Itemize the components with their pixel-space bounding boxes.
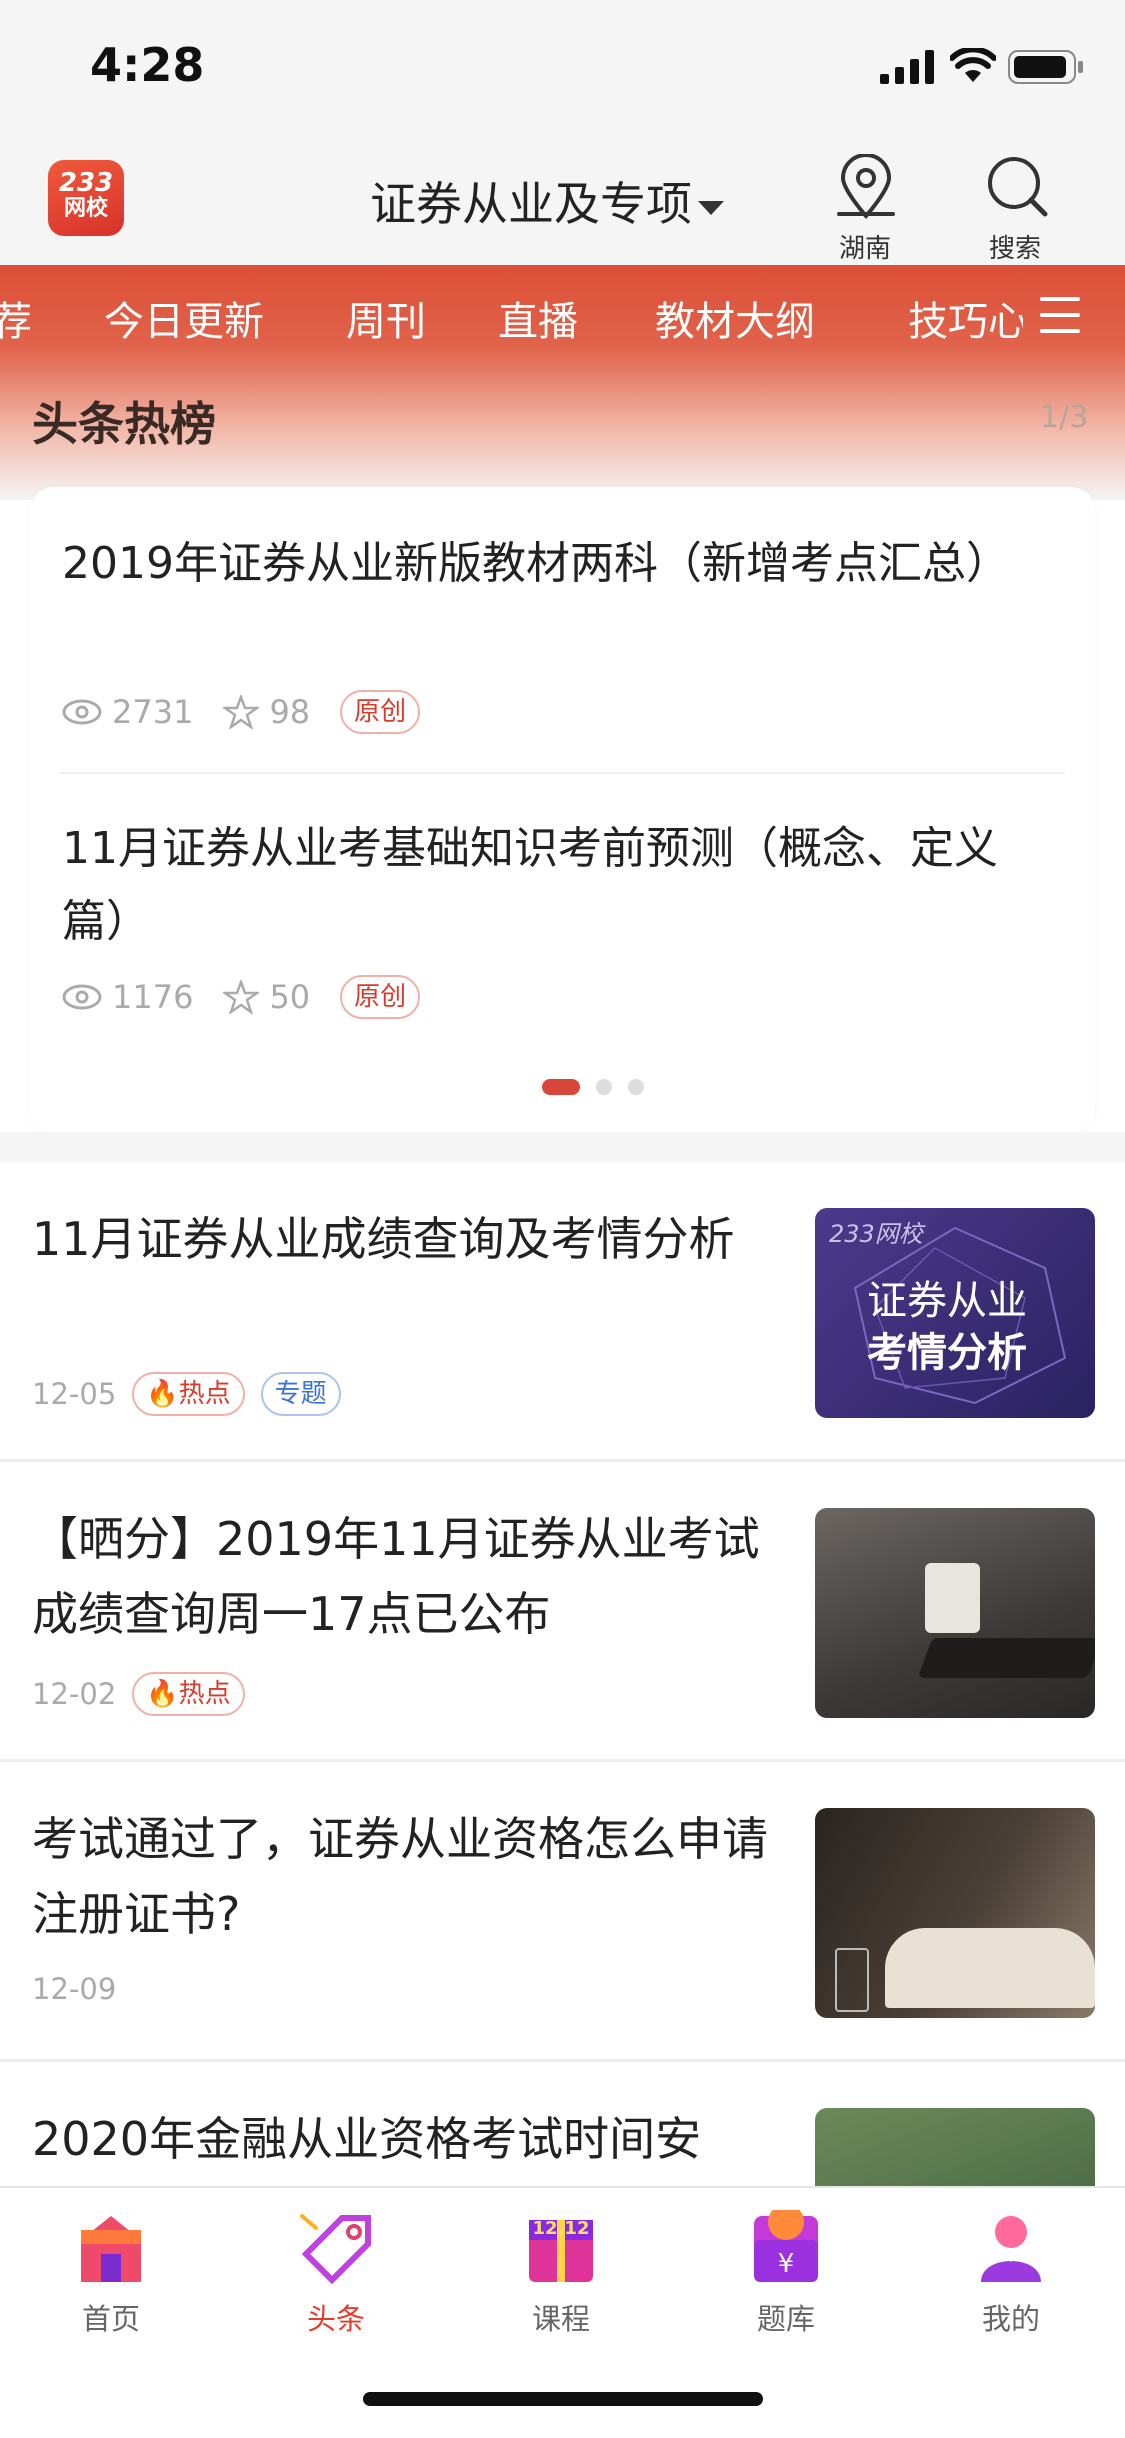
news-date: 12-02 bbox=[32, 1677, 117, 1711]
news-meta: 12-05 🔥热点 专题 bbox=[32, 1372, 341, 1416]
menu-icon[interactable] bbox=[1040, 297, 1080, 333]
flame-icon: 🔥 bbox=[146, 1679, 179, 1709]
svg-text:¥: ¥ bbox=[778, 2249, 795, 2279]
section-gap bbox=[0, 1132, 1125, 1162]
star-count: 98 bbox=[269, 693, 311, 731]
thumb-line1: 证券从业 bbox=[867, 1278, 1027, 1324]
search-label: 搜索 bbox=[988, 234, 1041, 264]
caret-down-icon bbox=[698, 200, 724, 215]
channel-tabs: 荐 今日更新 周刊 直播 教材大纲 技巧心 bbox=[0, 265, 1125, 365]
tab-tips[interactable]: 技巧心 bbox=[908, 289, 1023, 347]
tabbar-item-news[interactable]: 头条 bbox=[261, 2210, 411, 2338]
hot-item-meta: 1176 50 原创 bbox=[62, 975, 421, 1019]
hot-item-title[interactable]: 11月证券从业考基础知识考前预测（概念、定义篇） bbox=[62, 812, 1062, 958]
original-badge: 原创 bbox=[340, 690, 421, 734]
view-count: 2731 bbox=[112, 693, 194, 731]
news-item[interactable]: 【晒分】2019年11月证券从业考试成绩查询周一17点已公布 12-02 🔥热点 bbox=[0, 1462, 1125, 1762]
location-pin-icon bbox=[837, 154, 895, 220]
course-badge: 12.12 bbox=[532, 2218, 590, 2239]
news-date: 12-05 bbox=[32, 1377, 117, 1411]
tabbar-label: 头条 bbox=[306, 2302, 365, 2336]
tab-recommend[interactable]: 荐 bbox=[0, 289, 32, 347]
tabbar-label: 题库 bbox=[756, 2302, 815, 2336]
battery-icon bbox=[1008, 50, 1083, 84]
news-thumbnail bbox=[815, 1808, 1095, 2018]
news-meta: 12-02 🔥热点 bbox=[32, 1672, 245, 1716]
home-icon bbox=[71, 2210, 151, 2286]
tabbar-label: 课程 bbox=[531, 2302, 590, 2336]
thumb-line2: 考情分析 bbox=[867, 1330, 1027, 1376]
gift-icon: 12.12 bbox=[521, 2210, 601, 2286]
tabbar-item-profile[interactable]: 我的 bbox=[936, 2210, 1086, 2338]
search-button[interactable]: 搜索 bbox=[960, 148, 1070, 264]
topic-badge: 专题 bbox=[260, 1372, 341, 1416]
flame-icon: 🔥 bbox=[146, 1379, 179, 1409]
tabbar-label: 我的 bbox=[981, 2302, 1040, 2336]
cup-shape bbox=[925, 1563, 980, 1633]
signal-icon bbox=[880, 50, 934, 84]
news-title: 2020年金融从业资格考试时间安 bbox=[32, 2112, 702, 2166]
news-title: 【晒分】2019年11月证券从业考试成绩查询周一17点已公布 bbox=[32, 1512, 760, 1641]
tabbar-item-course[interactable]: 12.12 课程 bbox=[486, 2210, 636, 2338]
hot-list-page-indicator: 1/3 bbox=[1040, 400, 1089, 435]
status-bar: 4:28 bbox=[0, 0, 1125, 140]
news-date: 12-09 bbox=[32, 1972, 117, 2006]
hot-badge: 🔥热点 bbox=[132, 1672, 245, 1716]
eye-icon bbox=[62, 699, 102, 725]
news-item[interactable]: 2020年金融从业资格考试时间安 bbox=[0, 2062, 1125, 2186]
news-item[interactable]: 11月证券从业成绩查询及考情分析 12-05 🔥热点 专题 233网校 证券从业… bbox=[0, 1162, 1125, 1462]
profile-icon bbox=[971, 2210, 1051, 2286]
home-indicator bbox=[363, 2392, 763, 2406]
news-thumbnail: 233网校 证券从业 考情分析 bbox=[815, 1208, 1095, 1418]
location-label: 湖南 bbox=[838, 234, 891, 264]
star-icon bbox=[223, 695, 260, 729]
news-item[interactable]: 考试通过了，证券从业资格怎么申请注册证书? 12-09 bbox=[0, 1762, 1125, 2062]
hot-item-meta: 2731 98 原创 bbox=[62, 690, 421, 734]
category-title: 证券从业及专项 bbox=[370, 177, 692, 231]
carousel-dot-active[interactable] bbox=[542, 1079, 580, 1095]
news-title: 考试通过了，证券从业资格怎么申请注册证书? bbox=[32, 1812, 768, 1941]
tag-icon bbox=[296, 2210, 376, 2286]
app-logo[interactable]: 233 网校 bbox=[48, 160, 124, 236]
eye-icon bbox=[62, 984, 102, 1010]
app-header: 233 网校 证券从业及专项 湖南 搜索 bbox=[0, 140, 1125, 265]
glass-shape bbox=[835, 1948, 869, 2012]
star-count: 50 bbox=[269, 978, 311, 1016]
hot-list-title: 头条热榜 bbox=[32, 397, 216, 451]
thumb-brand: 233网校 bbox=[829, 1220, 923, 1248]
view-count: 1176 bbox=[112, 978, 194, 1016]
news-meta: 12-09 bbox=[32, 1972, 116, 2006]
tab-weekly[interactable]: 周刊 bbox=[346, 289, 426, 347]
tabbar-item-question-bank[interactable]: ¥ 题库 bbox=[711, 2204, 861, 2338]
hot-item-title[interactable]: 2019年证券从业新版教材两科（新增考点汇总） bbox=[62, 527, 1062, 600]
divider bbox=[60, 772, 1065, 774]
tabbar-item-home[interactable]: 首页 bbox=[36, 2210, 186, 2338]
tab-today-update[interactable]: 今日更新 bbox=[104, 289, 264, 347]
tab-live[interactable]: 直播 bbox=[498, 289, 578, 347]
hot-list-card[interactable]: 2019年证券从业新版教材两科（新增考点汇总） 2731 98 原创 11月证券… bbox=[30, 487, 1095, 1132]
original-badge: 原创 bbox=[340, 975, 421, 1019]
location-button[interactable]: 湖南 bbox=[810, 148, 920, 264]
search-icon bbox=[988, 157, 1048, 217]
hot-badge: 🔥热点 bbox=[132, 1372, 245, 1416]
logo-top: 233 bbox=[58, 168, 114, 198]
category-selector[interactable]: 证券从业及专项 bbox=[370, 168, 724, 234]
news-title: 11月证券从业成绩查询及考情分析 bbox=[32, 1212, 735, 1266]
book-shape bbox=[885, 1928, 1095, 2008]
news-thumbnail bbox=[815, 1508, 1095, 1718]
phone-shape bbox=[917, 1638, 1095, 1678]
wifi-icon bbox=[950, 48, 996, 82]
status-time: 4:28 bbox=[90, 38, 205, 92]
star-icon bbox=[223, 980, 260, 1014]
news-thumbnail bbox=[815, 2108, 1095, 2186]
tabbar-label: 首页 bbox=[81, 2302, 140, 2336]
carousel-dot[interactable] bbox=[596, 1079, 612, 1095]
tab-syllabus[interactable]: 教材大纲 bbox=[655, 289, 815, 347]
logo-bottom: 网校 bbox=[63, 196, 108, 222]
carousel-dot[interactable] bbox=[628, 1079, 644, 1095]
yuan-icon: ¥ bbox=[746, 2204, 826, 2286]
